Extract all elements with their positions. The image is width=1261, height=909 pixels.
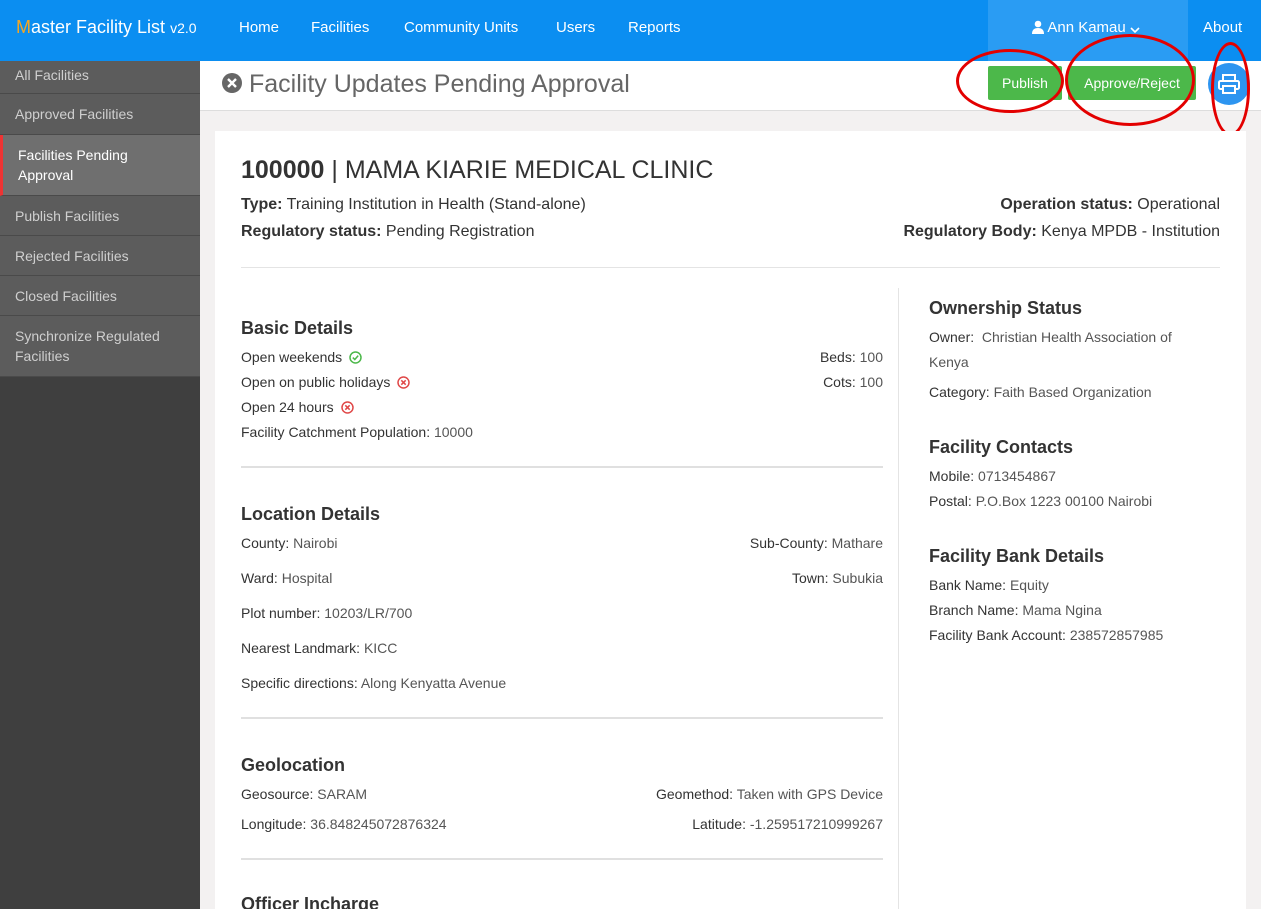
ownership-status-heading: Ownership Status [929,298,1083,318]
bank-account: Facility Bank Account: 238572857985 [929,627,1164,643]
branch-name: Branch Name: Mama Ngina [929,602,1102,618]
open-weekends: Open weekends [241,349,362,365]
county: County: Nairobi [241,535,338,551]
regulatory-status: Regulatory status: Pending Registration [241,223,535,240]
owner-continued: Kenya [929,354,969,370]
divider [241,267,1220,268]
owner: Owner: Christian Health Association of [929,329,1172,345]
sidebar-item-closed[interactable]: Closed Facilities [0,276,200,316]
open-24-hours: Open 24 hours [241,399,354,415]
column-divider [898,288,899,909]
times-circle-icon [340,401,354,414]
nearest-landmark: Nearest Landmark: KICC [241,640,398,656]
postal: Postal: P.O.Box 1223 00100 Nairobi [929,493,1153,509]
open-holidays: Open on public holidays [241,374,411,390]
user-name: Ann Kamau [1047,19,1126,36]
sidebar: All Facilities Approved Facilities Facil… [0,61,200,909]
plot-number: Plot number: 10203/LR/700 [241,605,413,621]
geolocation-heading: Geolocation [241,755,346,775]
nav-community-units[interactable]: Community Units [404,19,518,36]
geosource: Geosource: SARAM [241,786,368,802]
facility-type: Type: Training Institution in Health (St… [241,196,586,213]
ownership-category: Category: Faith Based Organization [929,384,1152,400]
officer-incharge-heading: Officer Incharge [241,894,380,909]
basic-details-heading: Basic Details [241,318,354,338]
ward: Ward: Hospital [241,570,333,586]
top-navbar: Master Facility List v2.0 Home Facilitie… [0,0,1261,61]
sidebar-item-publish[interactable]: Publish Facilities [0,196,200,236]
divider [241,717,883,719]
page-header: Facility Updates Pending Approval Publis… [200,61,1261,111]
facility-title: 100000 | MAMA KIARIE MEDICAL CLINIC [241,156,714,184]
sidebar-item-rejected[interactable]: Rejected Facilities [0,236,200,276]
sidebar-item-synchronize[interactable]: Synchronize Regulated Facilities [0,316,200,377]
nav-users[interactable]: Users [556,19,595,36]
divider [241,466,883,468]
bank-name: Bank Name: Equity [929,577,1049,593]
facility-card: 100000 | MAMA KIARIE MEDICAL CLINIC Type… [215,131,1246,909]
operation-status: Operation status: Operational [1000,196,1220,213]
times-circle-icon [397,376,411,389]
specific-directions: Specific directions: Along Kenyatta Aven… [241,675,507,691]
sidebar-item-all-facilities[interactable]: All Facilities [0,61,200,94]
user-menu[interactable]: Ann Kamau [988,0,1188,61]
cots: Cots: 100 [823,374,883,390]
mobile: Mobile: 0713454867 [929,468,1056,484]
brand-logo[interactable]: Master Facility List v2.0 [16,17,197,38]
sub-county: Sub-County: Mathare [749,535,883,551]
latitude: Latitude: -1.259517210999267 [692,816,883,832]
town: Town: Subukia [791,570,883,586]
divider [241,858,883,860]
sidebar-item-approved[interactable]: Approved Facilities [0,94,200,135]
nav-home[interactable]: Home [239,19,279,36]
page-title: Facility Updates Pending Approval [221,70,630,99]
bank-details-heading: Facility Bank Details [929,546,1105,566]
chevron-down-icon [1130,27,1140,34]
sidebar-item-pending-approval[interactable]: Facilities Pending Approval [0,135,200,196]
print-button[interactable] [1208,63,1250,105]
geomethod: Geomethod: Taken with GPS Device [656,786,883,802]
print-icon [1218,74,1240,94]
check-circle-icon [349,351,362,364]
approve-reject-button[interactable]: Approve/Reject [1068,66,1196,100]
nav-facilities[interactable]: Facilities [311,19,369,36]
close-circle-icon[interactable] [221,72,243,94]
nav-about[interactable]: About [1203,19,1242,36]
beds: Beds: 100 [819,349,883,365]
location-details-heading: Location Details [241,504,381,524]
regulatory-body: Regulatory Body: Kenya MPDB - Institutio… [903,223,1220,240]
catchment-population: Facility Catchment Population: 10000 [241,424,473,440]
longitude: Longitude: 36.848245072876324 [241,816,447,832]
facility-contacts-heading: Facility Contacts [929,437,1074,457]
nav-reports[interactable]: Reports [628,19,681,36]
publish-button[interactable]: Publish [988,66,1062,100]
user-icon [1032,20,1044,34]
